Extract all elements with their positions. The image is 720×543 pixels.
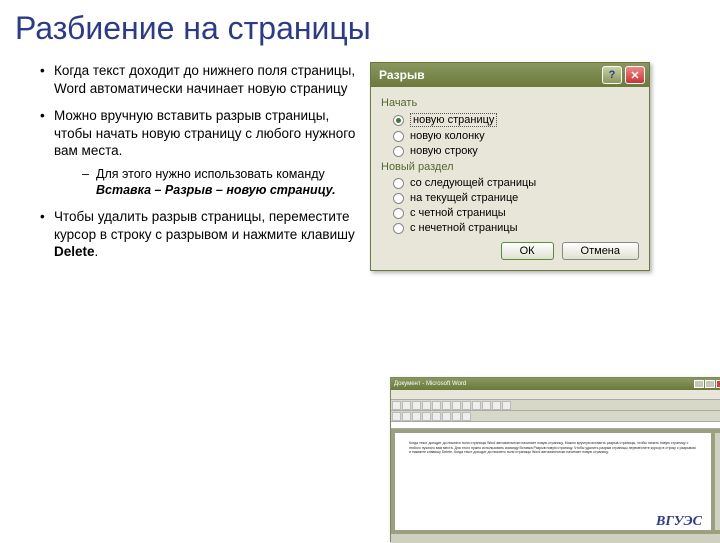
word-menubar[interactable] bbox=[391, 390, 720, 400]
section-begin-label: Начать bbox=[381, 97, 639, 109]
tool-icon[interactable] bbox=[442, 401, 451, 410]
break-dialog: Разрыв ? ✕ Начать новую страницу новую к… bbox=[370, 62, 650, 271]
radio-odd-page[interactable]: с нечетной страницы bbox=[393, 222, 639, 234]
cancel-button[interactable]: Отмена bbox=[562, 242, 639, 260]
bullet-item-1: Когда текст доходит до нижнего поля стра… bbox=[40, 62, 360, 97]
tool-icon[interactable] bbox=[452, 412, 461, 421]
tool-icon[interactable] bbox=[432, 401, 441, 410]
bullet-item-3: Чтобы удалить разрыв страницы, перемести… bbox=[40, 208, 360, 261]
radio-even-page[interactable]: с четной страницы bbox=[393, 207, 639, 219]
radio-new-line[interactable]: новую строку bbox=[393, 145, 639, 157]
maximize-icon[interactable] bbox=[705, 380, 715, 388]
tool-icon[interactable] bbox=[452, 401, 461, 410]
tool-icon[interactable] bbox=[462, 401, 471, 410]
tool-icon[interactable] bbox=[472, 401, 481, 410]
close-button[interactable]: ✕ bbox=[625, 66, 645, 84]
radio-icon bbox=[393, 115, 404, 126]
radio-icon bbox=[393, 131, 404, 142]
university-logo: ВГУЭС bbox=[656, 514, 702, 530]
word-toolbar-2[interactable] bbox=[391, 411, 720, 422]
tool-icon[interactable] bbox=[422, 401, 431, 410]
dialog-title: Разрыв bbox=[379, 68, 599, 82]
tool-icon[interactable] bbox=[502, 401, 511, 410]
tool-icon[interactable] bbox=[412, 401, 421, 410]
radio-next-page[interactable]: со следующей страницы bbox=[393, 177, 639, 189]
ok-button[interactable]: ОК bbox=[501, 242, 554, 260]
tool-icon[interactable] bbox=[422, 412, 431, 421]
close-icon[interactable] bbox=[716, 380, 720, 388]
word-statusbar bbox=[391, 534, 720, 543]
radio-icon bbox=[393, 208, 404, 219]
help-button[interactable]: ? bbox=[602, 66, 622, 84]
tool-icon[interactable] bbox=[402, 401, 411, 410]
sub-bullet: Для этого нужно использовать команду Вст… bbox=[82, 166, 360, 199]
bullet-list: Когда текст доходит до нижнего поля стра… bbox=[10, 62, 360, 271]
word-scrollbar[interactable] bbox=[715, 433, 720, 530]
word-ruler[interactable] bbox=[391, 422, 720, 429]
word-toolbar-1[interactable] bbox=[391, 400, 720, 411]
radio-new-page[interactable]: новую страницу bbox=[393, 113, 639, 127]
tool-icon[interactable] bbox=[432, 412, 441, 421]
radio-icon bbox=[393, 146, 404, 157]
dialog-titlebar[interactable]: Разрыв ? ✕ bbox=[371, 63, 649, 87]
radio-icon bbox=[393, 193, 404, 204]
tool-icon[interactable] bbox=[402, 412, 411, 421]
tool-icon[interactable] bbox=[412, 412, 421, 421]
tool-icon[interactable] bbox=[442, 412, 451, 421]
tool-icon[interactable] bbox=[462, 412, 471, 421]
slide-title: Разбиение на страницы bbox=[0, 0, 720, 62]
tool-icon[interactable] bbox=[482, 401, 491, 410]
radio-current-page[interactable]: на текущей странице bbox=[393, 192, 639, 204]
word-titlebar[interactable]: Документ - Microsoft Word bbox=[391, 378, 720, 390]
radio-icon bbox=[393, 223, 404, 234]
tool-icon[interactable] bbox=[392, 401, 401, 410]
minimize-icon[interactable] bbox=[694, 380, 704, 388]
radio-new-column[interactable]: новую колонку bbox=[393, 130, 639, 142]
section-new-section-label: Новый раздел bbox=[381, 161, 639, 173]
bullet-item-2: Можно вручную вставить разрыв страницы, … bbox=[40, 107, 360, 198]
tool-icon[interactable] bbox=[392, 412, 401, 421]
word-title: Документ - Microsoft Word bbox=[394, 381, 694, 387]
radio-icon bbox=[393, 178, 404, 189]
tool-icon[interactable] bbox=[492, 401, 501, 410]
